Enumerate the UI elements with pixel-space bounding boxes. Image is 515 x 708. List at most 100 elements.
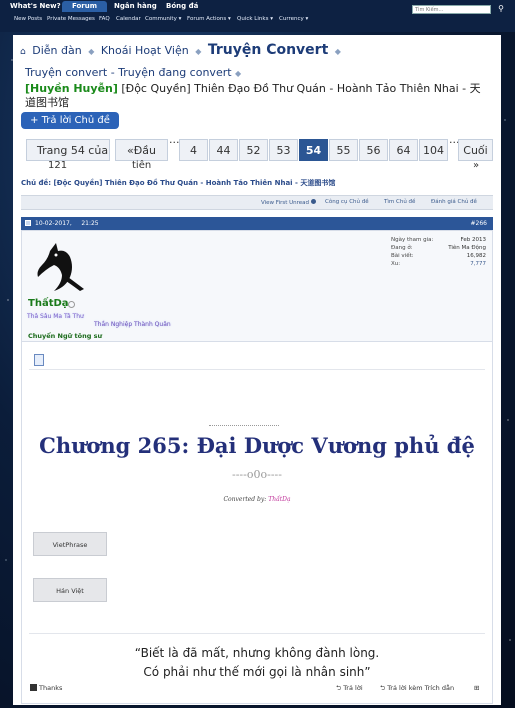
chapter-separator: ----o0o----: [232, 468, 282, 481]
breadcrumb-subforum-label: Truyện convert - Truyện đang convert: [25, 66, 232, 79]
stat-value: 7,777: [470, 261, 486, 267]
main-panel: ⌂ Diễn đàn ◆ Khoái Hoạt Viện ◆ Truyện Co…: [13, 35, 501, 705]
post-user-info: ThấtDạ Thâ Sâu Ma Tâ Thư Thần Nghiệp Thà…: [21, 230, 493, 342]
reply-thread-button[interactable]: + Trả lời Chủ đề: [21, 112, 119, 129]
quote-arrow-icon: ⮌: [380, 684, 386, 692]
avatar[interactable]: [32, 237, 90, 295]
thanks-icon: [30, 684, 37, 691]
vietphrase-button[interactable]: VietPhrase: [33, 532, 107, 556]
pager-page-44[interactable]: 44: [209, 139, 238, 161]
view-first-unread-link[interactable]: View First Unread: [261, 199, 316, 206]
multiquote-icon: ⊞: [474, 684, 480, 692]
user-subtitle: Thần Nghiệp Thành Quân: [94, 321, 171, 328]
nav-forum[interactable]: Forum: [62, 1, 108, 12]
post-datetime: 10-02-2017, 21:25: [35, 220, 99, 227]
stat-posts: Bài viết: 16,982: [391, 253, 486, 261]
breadcrumb-subforum[interactable]: Truyện convert - Truyện đang convert ◆: [25, 66, 241, 79]
subnav-quick-links[interactable]: Quick Links ▾: [237, 16, 273, 22]
sub-navbar: New Posts Private Messages FAQ Calendar …: [0, 13, 515, 28]
pager-page-104[interactable]: 104: [419, 139, 448, 161]
online-status-icon: [68, 301, 75, 308]
breadcrumb-separator-icon: ◆: [195, 47, 202, 56]
username[interactable]: ThấtDạ: [28, 298, 69, 309]
pager-next[interactable]: »: [473, 160, 479, 171]
breadcrumb-khoai-hoat-vien[interactable]: Khoái Hoạt Viện: [101, 44, 189, 57]
breadcrumb: ⌂ Diễn đàn ◆ Khoái Hoạt Viện ◆ Truyện Co…: [20, 42, 344, 58]
pager-page-53[interactable]: 53: [269, 139, 298, 161]
stat-label: Đang ở:: [391, 245, 413, 251]
divider-dotted: [209, 425, 279, 426]
stat-location: Đang ở: Tiên Ma Động: [391, 245, 486, 253]
pager-page-4[interactable]: 4: [179, 139, 208, 161]
pager-first[interactable]: «Đầu: [115, 139, 168, 161]
pager-page-current[interactable]: 54: [299, 139, 328, 161]
pager-ellipsis: ···: [169, 136, 180, 149]
breadcrumb-separator-icon: ◆: [334, 47, 341, 56]
subnav-community[interactable]: Community ▾: [145, 16, 181, 22]
view-first-unread-label: View First Unread: [261, 200, 310, 206]
stat-value: Feb 2013: [460, 237, 486, 243]
reply-label: Trả lời: [343, 684, 363, 692]
thread-title: [Huyền Huyễn] [Độc Quyền] Thiên Đạo Đồ T…: [25, 82, 485, 110]
pager-page-of: Trang 54 của: [26, 139, 110, 161]
stat-coins: Xu: 7,777: [391, 261, 486, 269]
divider: [29, 633, 485, 634]
search-icon[interactable]: ⚲: [498, 4, 504, 13]
quote-line: Có phải như thế mới gọi là nhân sinh”: [143, 665, 371, 679]
search-input[interactable]: Tìm Kiếm...: [412, 5, 491, 14]
converted-by-label: Converted by:: [223, 496, 267, 503]
chapter-title: Chương 265: Đại Dược Vương phủ đệ: [39, 433, 475, 458]
multiquote-button[interactable]: ⊞: [474, 684, 479, 692]
pager-first-suffix: tiên: [132, 160, 152, 171]
thanks-label: Thanks: [39, 684, 63, 692]
user-stats: Ngày tham gia: Feb 2013 Đang ở: Tiên Ma Độ…: [391, 237, 486, 269]
reply-with-quote-button[interactable]: ⮌ Trả lời kèm Trích dẫn: [380, 684, 454, 695]
nav-bong-da[interactable]: Bóng đá: [166, 1, 198, 11]
pager-last[interactable]: Cuối: [458, 139, 493, 161]
stat-value: 16,982: [466, 253, 486, 259]
stat-label: Bài viết:: [391, 253, 414, 259]
pager-page-64[interactable]: 64: [389, 139, 418, 161]
subnav-new-posts[interactable]: New Posts: [14, 16, 42, 22]
post-status-icon: [25, 220, 31, 226]
subnav-currency[interactable]: Currency ▾: [279, 16, 308, 22]
chevron-down-icon: ▾: [178, 16, 182, 22]
subnav-quick-links-label: Quick Links: [237, 16, 269, 22]
reply-quote-label: Trả lời kèm Trích dẫn: [387, 684, 455, 692]
thread-tools-menu[interactable]: Công cụ Chủ đề: [325, 199, 369, 205]
user-rank: Chuyển Ngữ tông sư: [28, 332, 103, 340]
subnav-community-label: Community: [145, 16, 177, 22]
subnav-currency-label: Currency: [279, 16, 304, 22]
search-thread-menu[interactable]: Tìm Chủ đề: [384, 199, 415, 205]
pager-page-of-label: Trang 54 của: [37, 144, 109, 157]
subnav-private-messages[interactable]: Private Messages: [47, 16, 95, 22]
quote-block: “Biết là đã mất, nhưng không đành lòng. …: [22, 644, 492, 682]
rate-thread-menu[interactable]: Đánh giá Chủ đề: [431, 199, 477, 205]
nav-ngan-hang[interactable]: Ngân hàng: [114, 1, 157, 11]
breadcrumb-truyen-convert[interactable]: Truyện Convert: [208, 42, 328, 58]
breadcrumb-forum[interactable]: Diễn đàn: [32, 44, 81, 57]
subnav-faq[interactable]: FAQ: [99, 16, 110, 22]
pager-page-55[interactable]: 55: [329, 139, 358, 161]
chevron-down-icon: ▾: [305, 16, 309, 22]
thread-toolbar: View First Unread Công cụ Chủ đề Tìm Chủ…: [21, 195, 493, 210]
user-title: Thâ Sâu Ma Tâ Thư: [27, 313, 84, 320]
home-icon[interactable]: ⌂: [20, 47, 26, 57]
arrow-circle-icon: [310, 199, 316, 204]
pager-page-56[interactable]: 56: [359, 139, 388, 161]
han-viet-button[interactable]: Hán Việt: [33, 578, 107, 602]
converter-name: ThấtDạ: [268, 496, 291, 503]
nav-whats-new[interactable]: What's New?: [10, 1, 61, 11]
reply-button[interactable]: ⮌ Trả lời: [336, 684, 363, 695]
pager-total: 121: [48, 160, 68, 171]
stat-label: Ngày tham gia:: [391, 237, 434, 243]
post-header: 10-02-2017, 21:25 #266: [21, 217, 493, 230]
post-number[interactable]: #266: [471, 220, 487, 227]
subnav-calendar[interactable]: Calendar: [116, 16, 141, 22]
breadcrumb-separator-icon: ◆: [88, 47, 95, 56]
reply-arrow-icon: ⮌: [336, 684, 342, 692]
subnav-forum-actions[interactable]: Forum Actions ▾: [187, 16, 231, 22]
thanks-button[interactable]: Thanks: [30, 684, 62, 692]
pager-page-52[interactable]: 52: [239, 139, 268, 161]
converted-by: Converted by: ThấtDạ: [22, 496, 492, 503]
